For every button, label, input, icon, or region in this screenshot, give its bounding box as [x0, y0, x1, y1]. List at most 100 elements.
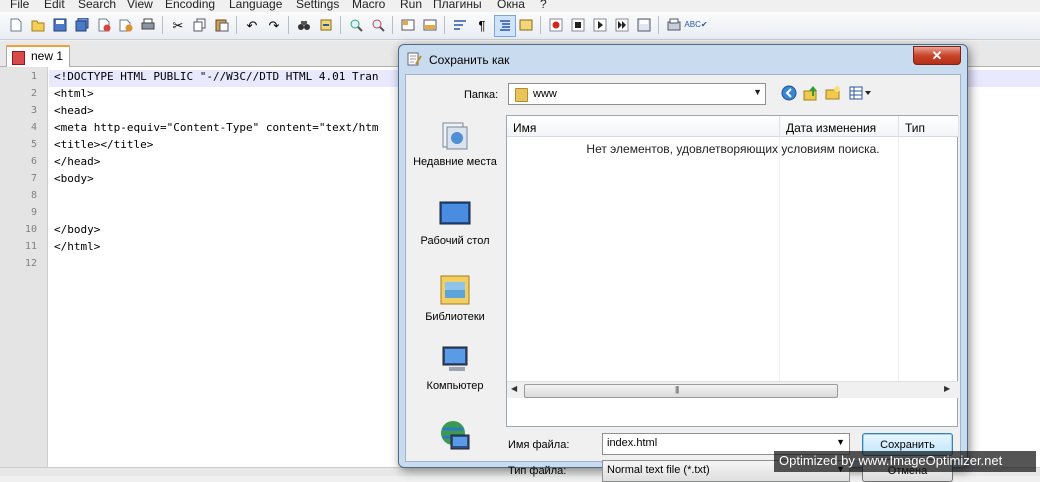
scroll-right-icon[interactable]: ▶ — [944, 384, 950, 393]
dialog-body: Папка: www ▼ Недавние места Рабочий стол… — [405, 74, 961, 482]
folder-icon — [515, 88, 528, 102]
code-line[interactable]: <title></title> — [54, 138, 153, 151]
menu-file[interactable]: File — [10, 0, 29, 11]
place-libraries[interactable]: Библиотеки — [412, 272, 498, 325]
close-button[interactable]: ✕ — [913, 46, 961, 65]
unsaved-file-icon — [12, 51, 25, 65]
scrollbar-thumb[interactable]: ||| — [524, 384, 838, 398]
recent-places-icon — [439, 121, 471, 151]
toolbar-separator — [236, 16, 237, 34]
code-line[interactable]: <meta http-equiv="Content-Type" content=… — [54, 121, 379, 134]
filetype-label: Тип файла: — [508, 465, 567, 477]
menu-run[interactable]: Run — [400, 0, 422, 11]
run-macro-multiple-icon[interactable] — [612, 15, 632, 35]
cut-icon[interactable]: ✂ — [168, 15, 188, 35]
menu-language[interactable]: Language — [229, 0, 282, 11]
sync-horizontal-icon[interactable] — [420, 15, 440, 35]
menu-settings[interactable]: Settings — [296, 0, 339, 11]
menu-encoding[interactable]: Encoding — [165, 0, 215, 11]
file-list[interactable]: Имя Дата изменения Тип Нет элементов, уд… — [506, 115, 959, 427]
up-folder-icon[interactable] — [802, 84, 820, 102]
column-divider — [898, 137, 899, 381]
redo-icon[interactable]: ↷ — [264, 15, 284, 35]
show-all-chars-icon[interactable]: ¶ — [472, 15, 492, 35]
toolbar-separator — [392, 16, 393, 34]
line-number: 11 — [24, 241, 37, 252]
close-file-icon[interactable] — [94, 15, 114, 35]
print-icon[interactable] — [138, 15, 158, 35]
copy-icon[interactable] — [190, 15, 210, 35]
code-line[interactable]: </body> — [54, 223, 100, 236]
place-computer[interactable]: Компьютер — [412, 345, 498, 394]
save-macro-icon[interactable] — [634, 15, 654, 35]
scroll-left-icon[interactable]: ◀ — [511, 384, 517, 393]
menu-plugins[interactable]: Плагины — [433, 0, 482, 11]
user-language-icon[interactable] — [516, 15, 536, 35]
line-number: 7 — [30, 173, 37, 184]
indent-guide-icon[interactable] — [494, 15, 516, 37]
menu-windows[interactable]: Окна — [497, 0, 525, 11]
menu-macro[interactable]: Macro — [352, 0, 385, 11]
new-folder-icon[interactable] — [824, 84, 842, 102]
column-header-date[interactable]: Дата изменения — [780, 116, 899, 137]
menu-view[interactable]: View — [127, 0, 153, 11]
close-all-icon[interactable] — [116, 15, 136, 35]
find-icon[interactable] — [294, 15, 314, 35]
line-number: 5 — [30, 139, 37, 150]
line-number: 4 — [30, 122, 37, 133]
record-macro-icon[interactable] — [546, 15, 566, 35]
open-file-icon[interactable] — [28, 15, 48, 35]
menu-edit[interactable]: Edit — [44, 0, 65, 11]
file-list-horizontal-scrollbar[interactable]: ◀ ||| ▶ — [507, 381, 958, 398]
spell-check-icon[interactable]: ABC✔ — [684, 15, 707, 35]
libraries-icon — [439, 272, 471, 306]
filename-label: Имя файла: — [508, 439, 570, 451]
play-macro-icon[interactable] — [590, 15, 610, 35]
toolbar-separator — [162, 16, 163, 34]
undo-icon[interactable]: ↶ — [242, 15, 262, 35]
code-line[interactable]: <head> — [54, 104, 94, 117]
code-line[interactable]: </html> — [54, 240, 100, 253]
grip-icon: ||| — [675, 385, 679, 394]
new-file-icon[interactable] — [6, 15, 26, 35]
place-label: Недавние места — [413, 156, 497, 168]
filename-value: index.html — [607, 437, 658, 449]
sync-vertical-icon[interactable] — [398, 15, 418, 35]
tab-label: new 1 — [31, 49, 64, 63]
place-label: Библиотеки — [425, 311, 485, 323]
computer-icon — [439, 345, 471, 375]
save-all-icon[interactable] — [72, 15, 92, 35]
toolbar-separator — [340, 16, 341, 34]
place-desktop[interactable]: Рабочий стол — [412, 200, 498, 249]
menu-search[interactable]: Search — [78, 0, 116, 11]
line-number: 1 — [30, 71, 37, 82]
save-icon[interactable] — [50, 15, 70, 35]
watermark-text: Optimized by www.ImageOptimizer.net — [774, 451, 1036, 472]
code-line[interactable]: </head> — [54, 155, 100, 168]
replace-icon[interactable] — [316, 15, 336, 35]
chevron-down-icon[interactable]: ▼ — [836, 437, 845, 447]
view-menu-icon[interactable] — [848, 84, 874, 102]
tab-new-1[interactable]: new 1 — [6, 45, 70, 67]
toolbar-separator — [444, 16, 445, 34]
stop-macro-icon[interactable] — [568, 15, 588, 35]
place-recent[interactable]: Недавние места — [412, 121, 498, 170]
launch-browser-icon[interactable] — [664, 15, 684, 35]
code-line[interactable]: <html> — [54, 87, 94, 100]
zoom-in-icon[interactable] — [346, 15, 366, 35]
paste-icon[interactable] — [212, 15, 232, 35]
zoom-out-icon[interactable] — [368, 15, 388, 35]
back-icon[interactable] — [780, 84, 798, 102]
lookin-dropdown[interactable]: www ▼ — [508, 83, 766, 105]
menu-help[interactable]: ? — [540, 0, 547, 11]
code-line[interactable]: <body> — [54, 172, 94, 185]
line-number: 12 — [24, 258, 37, 269]
column-header-name[interactable]: Имя — [507, 116, 780, 137]
column-divider — [779, 137, 780, 381]
toolbar-separator — [288, 16, 289, 34]
word-wrap-icon[interactable] — [450, 15, 470, 35]
menu-bar: File Edit Search View Encoding Language … — [0, 0, 1040, 12]
code-line[interactable]: <!DOCTYPE HTML PUBLIC "-//W3C//DTD HTML … — [54, 70, 379, 83]
place-network[interactable] — [412, 419, 498, 453]
column-header-type[interactable]: Тип — [899, 116, 959, 137]
